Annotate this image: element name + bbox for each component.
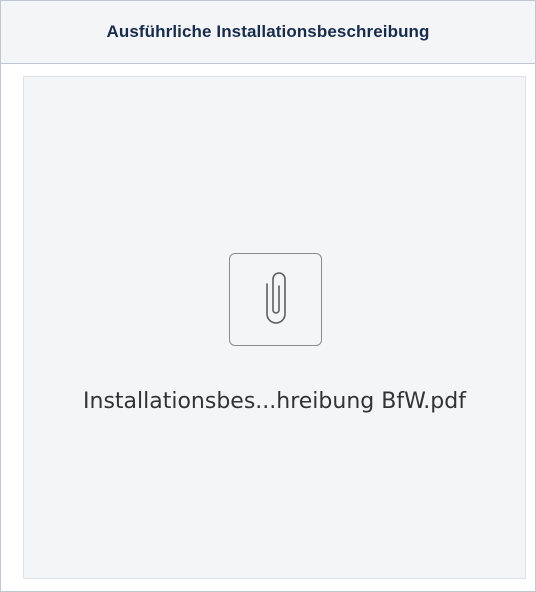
paperclip-icon: [256, 270, 296, 330]
panel-body: Installationsbes...hreibung BfW.pdf: [1, 64, 535, 591]
attachment-file-name[interactable]: Installationsbes...hreibung BfW.pdf: [24, 389, 525, 414]
attachment-preview-card[interactable]: Installationsbes...hreibung BfW.pdf: [23, 76, 526, 579]
panel-title: Ausführliche Installationsbeschreibung: [106, 22, 430, 41]
file-icon-frame: [229, 253, 322, 346]
attachment-panel: Ausführliche Installationsbeschreibung I…: [0, 0, 536, 592]
panel-header: Ausführliche Installationsbeschreibung: [1, 1, 535, 64]
